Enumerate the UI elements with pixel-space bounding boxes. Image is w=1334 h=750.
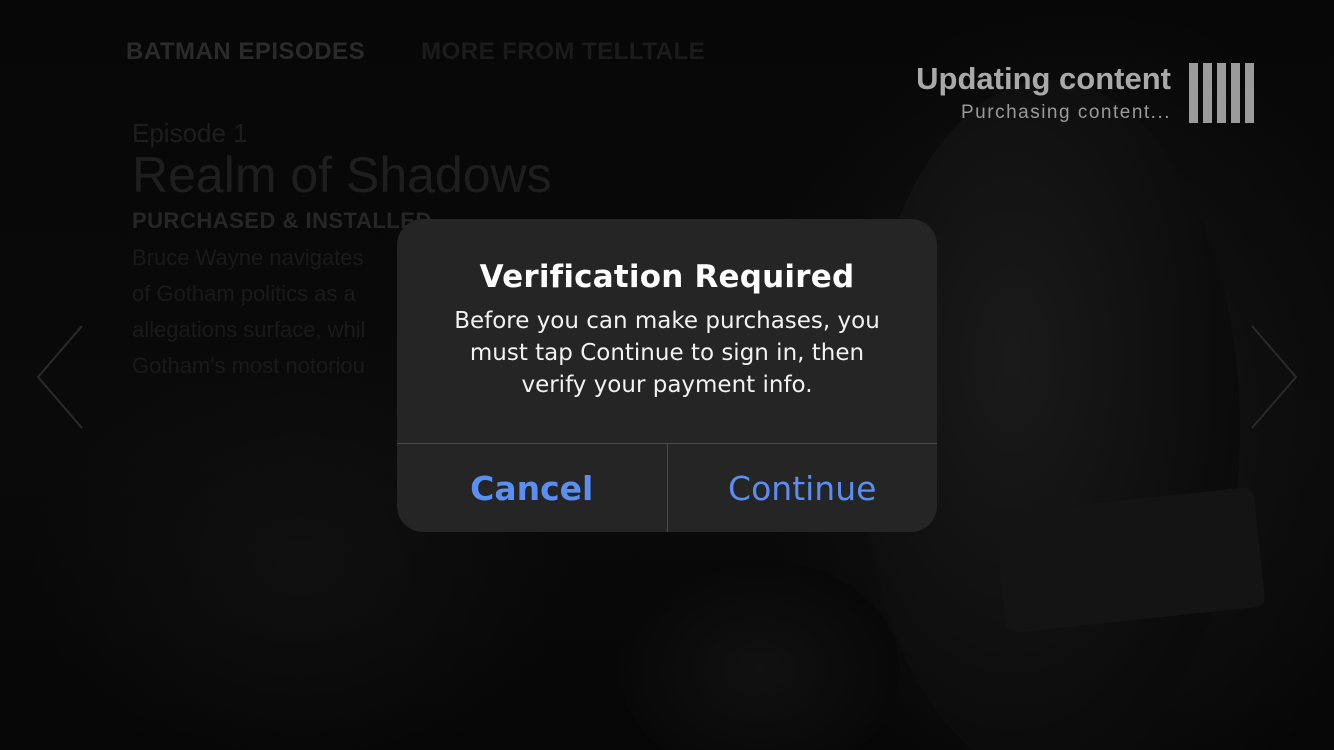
tab-more-from-telltale[interactable]: MORE FROM TELLTALE: [421, 38, 705, 66]
menu-tabs: BATMAN EPISODES MORE FROM TELLTALE: [126, 38, 705, 66]
update-status: Updating content Purchasing content...: [916, 61, 1254, 124]
game-menu-screen: BATMAN EPISODES MORE FROM TELLTALE Updat…: [0, 0, 1334, 750]
loading-bars-icon: [1189, 63, 1254, 124]
status-title: Updating content: [916, 61, 1171, 96]
episode-title: Realm of Shadows: [132, 147, 552, 203]
verification-alert: Verification Required Before you can mak…: [397, 219, 937, 532]
alert-title: Verification Required: [479, 259, 855, 295]
chevron-right-icon[interactable]: [1244, 322, 1304, 432]
tab-batman-episodes[interactable]: BATMAN EPISODES: [126, 38, 365, 66]
background-art-shadow: [620, 560, 900, 750]
status-subtitle: Purchasing content...: [961, 102, 1171, 124]
alert-buttons: Cancel Continue: [397, 443, 937, 532]
chevron-left-icon[interactable]: [30, 322, 90, 432]
continue-button[interactable]: Continue: [668, 444, 938, 532]
alert-message: Before you can make purchases, you must …: [454, 308, 880, 398]
background-art-belt: [994, 486, 1266, 634]
cancel-button[interactable]: Cancel: [397, 444, 668, 532]
episode-number: Episode 1: [132, 118, 248, 148]
